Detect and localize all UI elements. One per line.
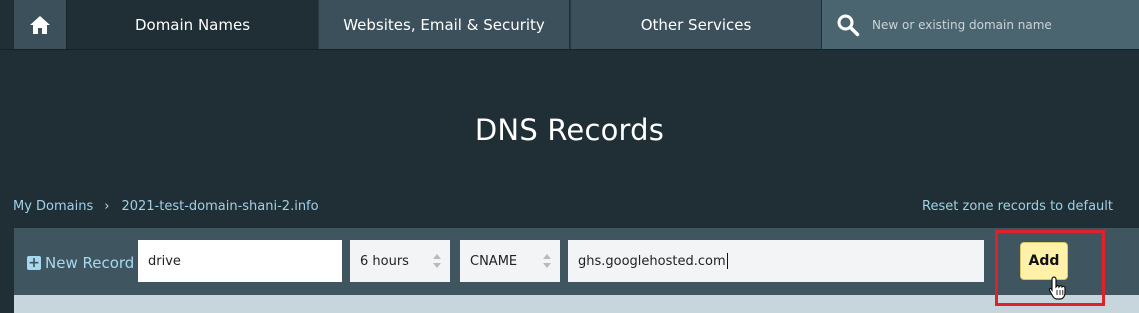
host-input[interactable]: drive xyxy=(138,240,342,282)
host-value: drive xyxy=(148,253,181,269)
top-navigation: Domain Names Websites, Email & Security … xyxy=(0,0,1139,50)
new-record-button[interactable]: + New Record xyxy=(27,254,134,272)
ttl-value: 6 hours xyxy=(360,253,409,269)
plus-icon: + xyxy=(27,255,41,271)
domain-search xyxy=(822,0,1139,50)
ttl-select[interactable]: 6 hours xyxy=(350,240,450,282)
breadcrumb: My Domains › 2021-test-domain-shani-2.in… xyxy=(13,199,319,214)
new-record-label: New Record xyxy=(45,254,135,272)
page-title: DNS Records xyxy=(474,113,665,147)
updown-arrows-icon xyxy=(433,254,441,268)
record-type-value: CNAME xyxy=(470,253,518,269)
hand-pointer-icon xyxy=(1048,276,1066,300)
new-record-form: + New Record drive 6 hours CNAME ghs.goo… xyxy=(14,228,1139,295)
tab-domain-names[interactable]: Domain Names xyxy=(68,0,317,50)
value-text: ghs.googlehosted.com xyxy=(578,253,726,269)
breadcrumb-current-domain[interactable]: 2021-test-domain-shani-2.info xyxy=(121,199,318,214)
home-button[interactable] xyxy=(14,0,67,50)
nav-divider xyxy=(0,49,1139,50)
value-input[interactable]: ghs.googlehosted.com xyxy=(568,240,984,282)
tab-other-services[interactable]: Other Services xyxy=(570,0,821,50)
search-icon[interactable] xyxy=(836,13,860,37)
breadcrumb-my-domains[interactable]: My Domains xyxy=(13,199,93,214)
updown-arrows-icon xyxy=(543,254,551,268)
chevron-right-icon: › xyxy=(104,199,110,214)
records-table-header xyxy=(14,295,1139,313)
domain-search-input[interactable] xyxy=(870,17,1134,33)
home-icon xyxy=(30,16,50,34)
reset-zone-records-link[interactable]: Reset zone records to default xyxy=(922,199,1113,214)
record-type-select[interactable]: CNAME xyxy=(460,240,560,282)
text-caret xyxy=(726,253,728,269)
tab-websites-email-security[interactable]: Websites, Email & Security xyxy=(318,0,569,50)
